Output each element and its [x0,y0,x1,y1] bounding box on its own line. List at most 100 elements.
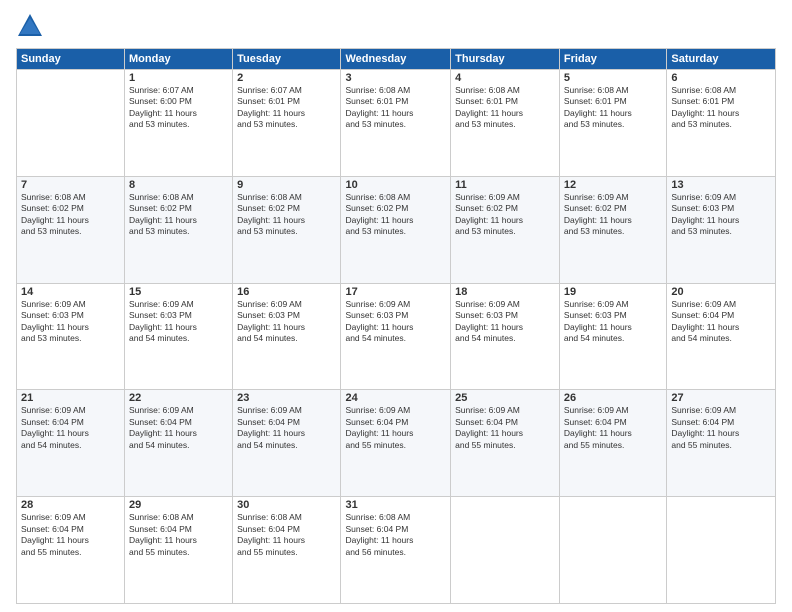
calendar-week-row: 21Sunrise: 6:09 AM Sunset: 6:04 PM Dayli… [17,390,776,497]
day-info: Sunrise: 6:09 AM Sunset: 6:02 PM Dayligh… [455,192,555,238]
weekday-header-tuesday: Tuesday [233,49,341,70]
day-number: 29 [129,499,228,511]
calendar-cell: 4Sunrise: 6:08 AM Sunset: 6:01 PM Daylig… [451,70,560,177]
day-number: 28 [21,499,120,511]
day-number: 7 [21,179,120,191]
day-number: 9 [237,179,336,191]
weekday-header-thursday: Thursday [451,49,560,70]
calendar-cell: 8Sunrise: 6:08 AM Sunset: 6:02 PM Daylig… [125,176,233,283]
weekday-header-monday: Monday [125,49,233,70]
calendar-cell: 13Sunrise: 6:09 AM Sunset: 6:03 PM Dayli… [667,176,776,283]
calendar-cell: 27Sunrise: 6:09 AM Sunset: 6:04 PM Dayli… [667,390,776,497]
day-number: 30 [237,499,336,511]
day-info: Sunrise: 6:09 AM Sunset: 6:03 PM Dayligh… [671,192,771,238]
page: SundayMondayTuesdayWednesdayThursdayFrid… [0,0,792,612]
calendar-cell: 14Sunrise: 6:09 AM Sunset: 6:03 PM Dayli… [17,283,125,390]
day-info: Sunrise: 6:08 AM Sunset: 6:04 PM Dayligh… [129,512,228,558]
calendar-cell: 10Sunrise: 6:08 AM Sunset: 6:02 PM Dayli… [341,176,451,283]
day-number: 10 [345,179,446,191]
day-info: Sunrise: 6:09 AM Sunset: 6:03 PM Dayligh… [345,299,446,345]
calendar-cell: 7Sunrise: 6:08 AM Sunset: 6:02 PM Daylig… [17,176,125,283]
calendar-cell [451,497,560,604]
day-number: 13 [671,179,771,191]
day-number: 11 [455,179,555,191]
calendar-cell: 9Sunrise: 6:08 AM Sunset: 6:02 PM Daylig… [233,176,341,283]
day-info: Sunrise: 6:09 AM Sunset: 6:04 PM Dayligh… [129,405,228,451]
day-info: Sunrise: 6:09 AM Sunset: 6:04 PM Dayligh… [21,512,120,558]
calendar-cell: 16Sunrise: 6:09 AM Sunset: 6:03 PM Dayli… [233,283,341,390]
weekday-header-friday: Friday [559,49,666,70]
calendar-cell: 3Sunrise: 6:08 AM Sunset: 6:01 PM Daylig… [341,70,451,177]
day-number: 31 [345,499,446,511]
day-info: Sunrise: 6:09 AM Sunset: 6:04 PM Dayligh… [345,405,446,451]
calendar-cell: 28Sunrise: 6:09 AM Sunset: 6:04 PM Dayli… [17,497,125,604]
day-info: Sunrise: 6:08 AM Sunset: 6:04 PM Dayligh… [345,512,446,558]
calendar-cell: 1Sunrise: 6:07 AM Sunset: 6:00 PM Daylig… [125,70,233,177]
calendar-cell [667,497,776,604]
calendar-cell: 5Sunrise: 6:08 AM Sunset: 6:01 PM Daylig… [559,70,666,177]
day-info: Sunrise: 6:08 AM Sunset: 6:02 PM Dayligh… [345,192,446,238]
day-info: Sunrise: 6:09 AM Sunset: 6:03 PM Dayligh… [455,299,555,345]
day-number: 20 [671,286,771,298]
day-info: Sunrise: 6:09 AM Sunset: 6:03 PM Dayligh… [129,299,228,345]
calendar-cell: 29Sunrise: 6:08 AM Sunset: 6:04 PM Dayli… [125,497,233,604]
day-number: 27 [671,392,771,404]
calendar-cell: 26Sunrise: 6:09 AM Sunset: 6:04 PM Dayli… [559,390,666,497]
day-info: Sunrise: 6:08 AM Sunset: 6:01 PM Dayligh… [345,85,446,131]
calendar-cell: 6Sunrise: 6:08 AM Sunset: 6:01 PM Daylig… [667,70,776,177]
calendar-cell: 24Sunrise: 6:09 AM Sunset: 6:04 PM Dayli… [341,390,451,497]
day-info: Sunrise: 6:08 AM Sunset: 6:02 PM Dayligh… [129,192,228,238]
day-number: 2 [237,72,336,84]
day-info: Sunrise: 6:09 AM Sunset: 6:03 PM Dayligh… [21,299,120,345]
day-number: 17 [345,286,446,298]
calendar-cell: 19Sunrise: 6:09 AM Sunset: 6:03 PM Dayli… [559,283,666,390]
calendar-cell: 23Sunrise: 6:09 AM Sunset: 6:04 PM Dayli… [233,390,341,497]
day-number: 12 [564,179,662,191]
day-number: 4 [455,72,555,84]
day-number: 3 [345,72,446,84]
day-number: 25 [455,392,555,404]
day-number: 1 [129,72,228,84]
day-info: Sunrise: 6:08 AM Sunset: 6:02 PM Dayligh… [237,192,336,238]
calendar-cell: 11Sunrise: 6:09 AM Sunset: 6:02 PM Dayli… [451,176,560,283]
day-info: Sunrise: 6:08 AM Sunset: 6:01 PM Dayligh… [671,85,771,131]
day-info: Sunrise: 6:09 AM Sunset: 6:04 PM Dayligh… [671,299,771,345]
day-number: 19 [564,286,662,298]
day-number: 14 [21,286,120,298]
day-info: Sunrise: 6:09 AM Sunset: 6:04 PM Dayligh… [671,405,771,451]
day-info: Sunrise: 6:09 AM Sunset: 6:04 PM Dayligh… [564,405,662,451]
calendar-cell: 22Sunrise: 6:09 AM Sunset: 6:04 PM Dayli… [125,390,233,497]
day-number: 18 [455,286,555,298]
calendar-week-row: 7Sunrise: 6:08 AM Sunset: 6:02 PM Daylig… [17,176,776,283]
calendar-cell: 17Sunrise: 6:09 AM Sunset: 6:03 PM Dayli… [341,283,451,390]
day-info: Sunrise: 6:08 AM Sunset: 6:02 PM Dayligh… [21,192,120,238]
calendar-cell: 12Sunrise: 6:09 AM Sunset: 6:02 PM Dayli… [559,176,666,283]
day-info: Sunrise: 6:09 AM Sunset: 6:04 PM Dayligh… [455,405,555,451]
logo [16,12,48,40]
calendar-table: SundayMondayTuesdayWednesdayThursdayFrid… [16,48,776,604]
logo-icon [16,12,44,40]
day-number: 21 [21,392,120,404]
calendar-cell: 21Sunrise: 6:09 AM Sunset: 6:04 PM Dayli… [17,390,125,497]
day-info: Sunrise: 6:08 AM Sunset: 6:04 PM Dayligh… [237,512,336,558]
calendar-cell [559,497,666,604]
day-info: Sunrise: 6:09 AM Sunset: 6:04 PM Dayligh… [21,405,120,451]
day-info: Sunrise: 6:07 AM Sunset: 6:00 PM Dayligh… [129,85,228,131]
weekday-header-row: SundayMondayTuesdayWednesdayThursdayFrid… [17,49,776,70]
day-number: 16 [237,286,336,298]
calendar-week-row: 1Sunrise: 6:07 AM Sunset: 6:00 PM Daylig… [17,70,776,177]
calendar-cell: 18Sunrise: 6:09 AM Sunset: 6:03 PM Dayli… [451,283,560,390]
calendar-week-row: 14Sunrise: 6:09 AM Sunset: 6:03 PM Dayli… [17,283,776,390]
day-info: Sunrise: 6:09 AM Sunset: 6:03 PM Dayligh… [237,299,336,345]
day-info: Sunrise: 6:08 AM Sunset: 6:01 PM Dayligh… [564,85,662,131]
weekday-header-saturday: Saturday [667,49,776,70]
calendar-cell: 20Sunrise: 6:09 AM Sunset: 6:04 PM Dayli… [667,283,776,390]
day-info: Sunrise: 6:09 AM Sunset: 6:04 PM Dayligh… [237,405,336,451]
day-number: 8 [129,179,228,191]
day-number: 6 [671,72,771,84]
day-info: Sunrise: 6:07 AM Sunset: 6:01 PM Dayligh… [237,85,336,131]
header [16,12,776,40]
day-number: 26 [564,392,662,404]
calendar-cell: 15Sunrise: 6:09 AM Sunset: 6:03 PM Dayli… [125,283,233,390]
weekday-header-sunday: Sunday [17,49,125,70]
